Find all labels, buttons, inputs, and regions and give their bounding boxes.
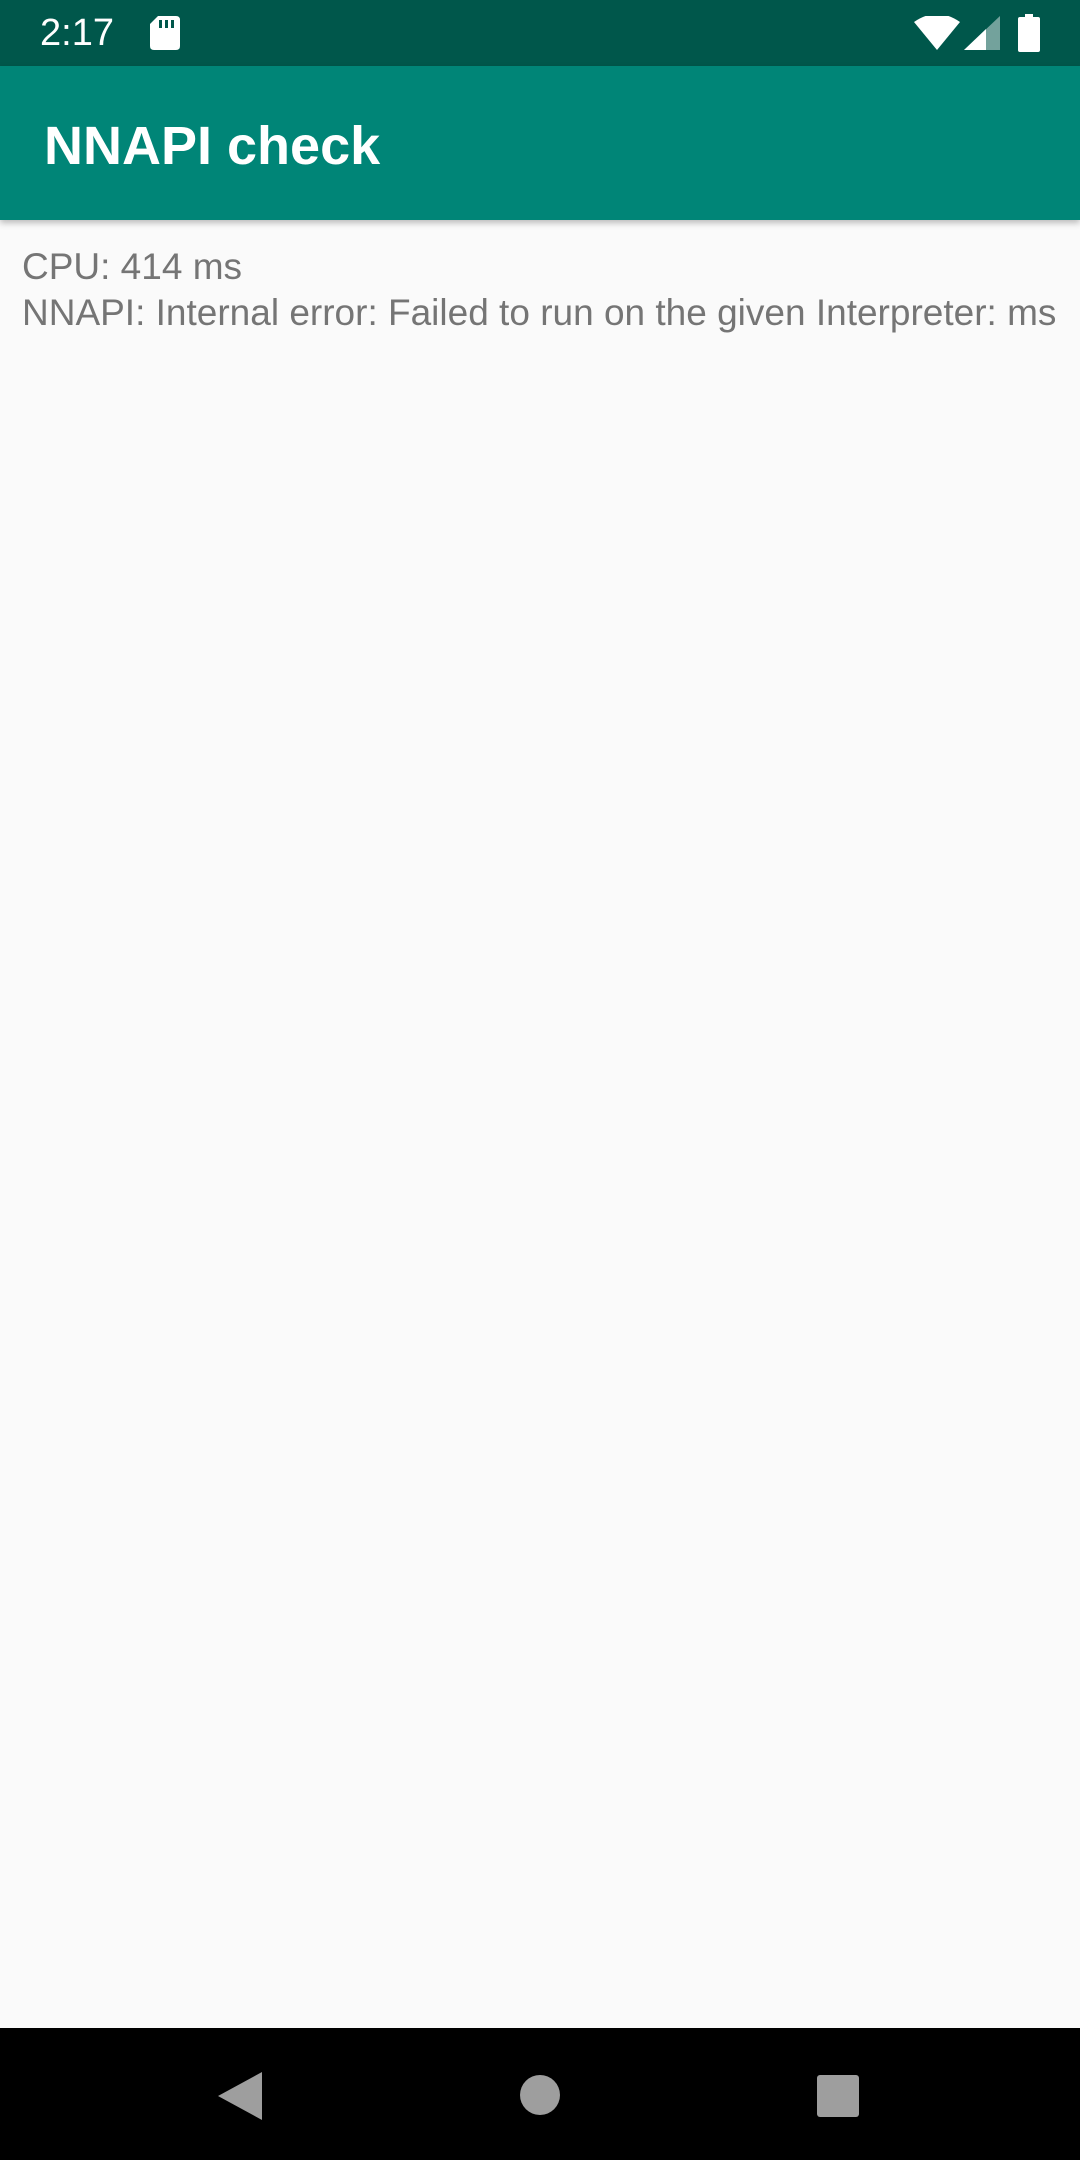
status-bar: 2:17 (0, 0, 1080, 66)
navigation-bar (0, 2028, 1080, 2160)
wifi-icon (914, 16, 960, 50)
cpu-result: CPU: 414 ms (22, 246, 243, 287)
status-time: 2:17 (40, 12, 114, 54)
nnapi-result: NNAPI: Internal error: Failed to run on … (22, 292, 1057, 333)
app-bar: NNAPI check (0, 66, 1080, 220)
sd-card-icon (150, 16, 180, 50)
recents-icon[interactable] (817, 2075, 859, 2117)
battery-icon (1018, 14, 1040, 52)
results-text: CPU: 414 ms NNAPI: Internal error: Faile… (22, 244, 1062, 336)
cell-signal-icon (964, 16, 1000, 50)
home-icon[interactable] (519, 2074, 561, 2116)
app-title: NNAPI check (44, 116, 381, 176)
back-icon[interactable] (218, 2072, 262, 2120)
